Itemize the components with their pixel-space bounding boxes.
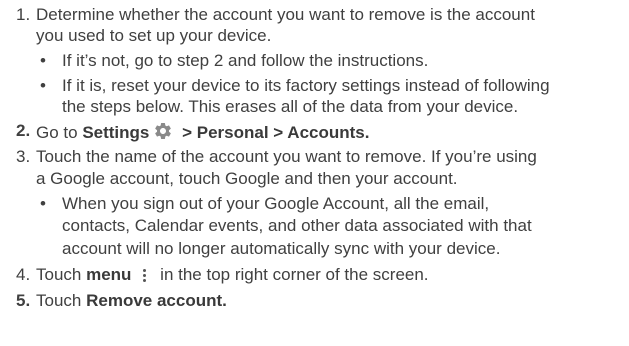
bullet-marker: • [40, 76, 46, 95]
step-number: 1. [16, 5, 31, 24]
step-text: Touch menu in the top right corner of th… [36, 265, 429, 285]
settings-label: Settings [82, 123, 150, 142]
bullet-text: the steps below. This erases all of the … [62, 97, 519, 116]
bullet-text: If it is, reset your device to its facto… [62, 76, 550, 95]
remove-account-label: Remove account. [86, 291, 227, 310]
step-text: Determine whether the account you want t… [36, 5, 535, 24]
step-number: 5. [16, 291, 31, 310]
step-suffix: in the top right corner of the screen. [155, 265, 429, 284]
bullet-marker: • [40, 194, 46, 213]
menu-label: menu [86, 265, 132, 284]
step-prefix: Touch [36, 291, 87, 310]
step-text: Touch the name of the account you want t… [36, 147, 537, 166]
step-prefix: Go to [36, 123, 83, 142]
step-text: Go to Settings > Personal > Accounts. [36, 121, 369, 146]
more-vertical-icon [139, 266, 149, 283]
step-text: Touch Remove account. [36, 291, 227, 311]
bullet-marker: • [40, 51, 46, 70]
step-number: 4. [16, 265, 31, 284]
bullet-text: account will no longer automatically syn… [62, 239, 501, 258]
bullet-text: contacts, Calendar events, and other dat… [62, 216, 532, 235]
step-prefix: Touch [36, 265, 87, 284]
bullet-text: When you sign out of your Google Account… [62, 194, 490, 213]
step-number: 2. [16, 121, 31, 140]
settings-path: > Personal > Accounts. [177, 123, 370, 142]
step-number: 3. [16, 147, 31, 166]
gear-icon [153, 121, 173, 146]
bullet-text: If it’s not, go to step 2 and follow the… [62, 51, 429, 70]
step-text: a Google account, touch Google and then … [36, 169, 458, 188]
step-text: you used to set up your device. [36, 26, 272, 45]
